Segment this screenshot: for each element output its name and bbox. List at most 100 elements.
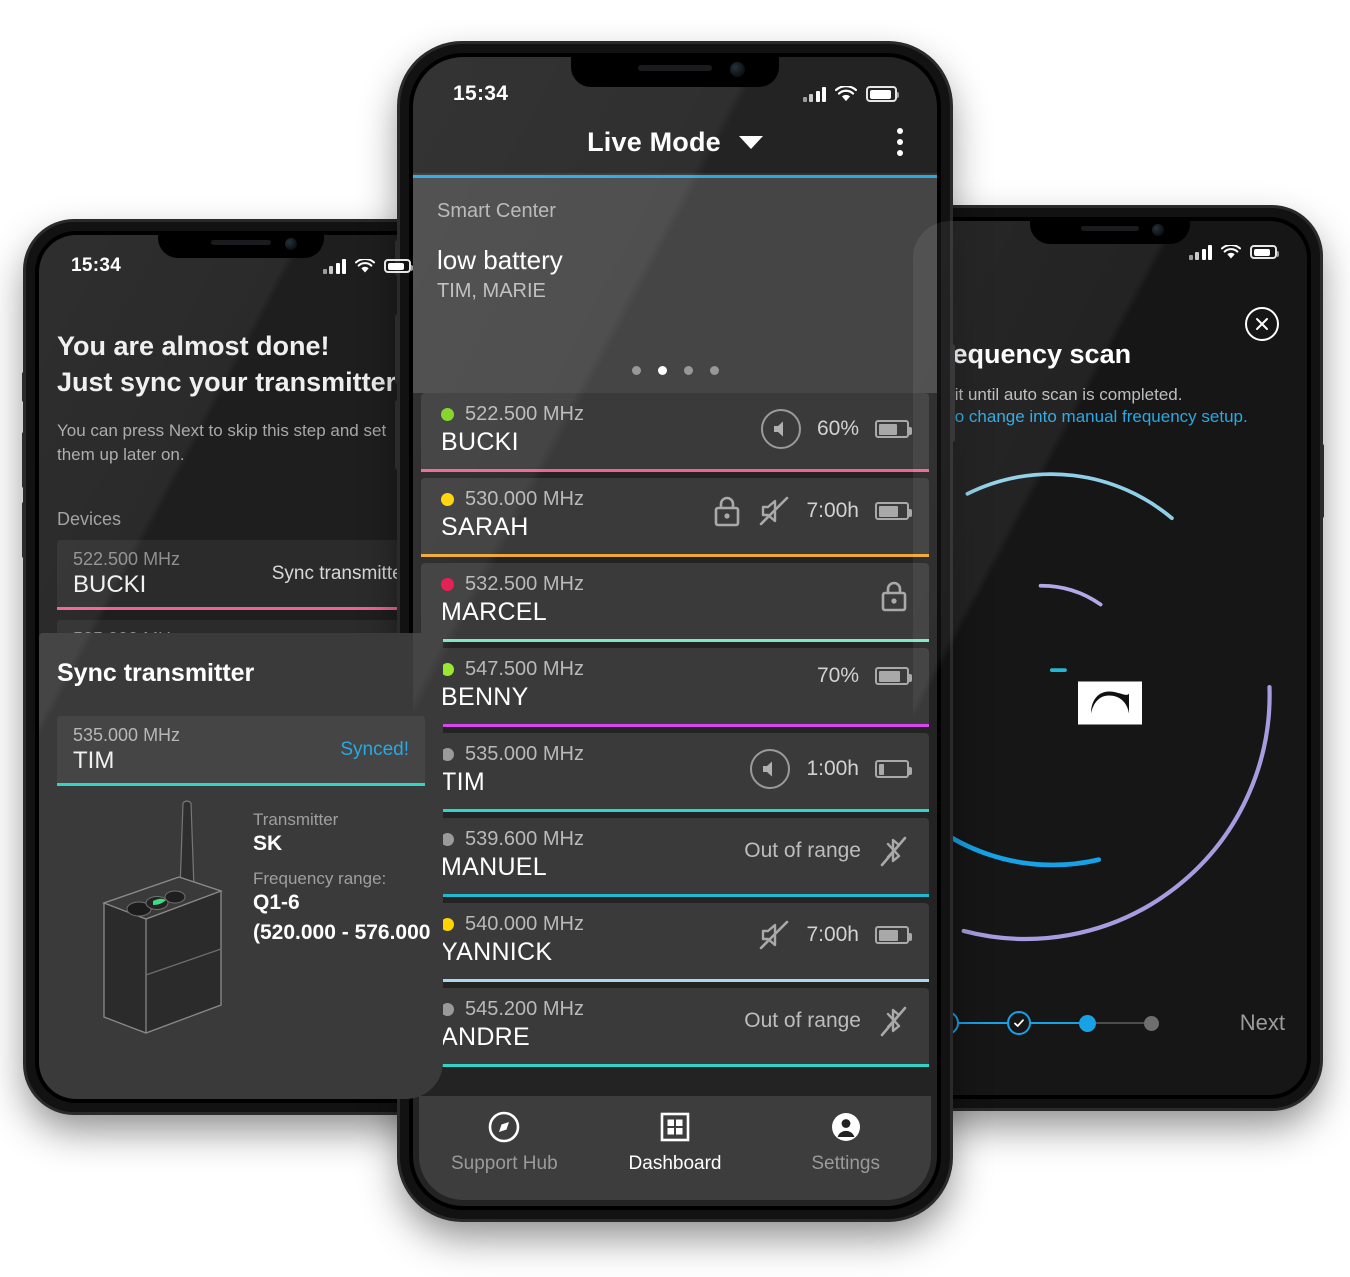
device-frequency: 535.000 MHz <box>465 743 584 765</box>
bluetooth-off-icon <box>880 836 907 867</box>
speaker-glyph <box>763 761 773 777</box>
bodypack-transmitter-illustration <box>102 800 223 1034</box>
device-row-status: Out of range <box>744 834 909 868</box>
step-3-current-icon[interactable] <box>1079 1014 1096 1032</box>
carousel-dot-active[interactable] <box>657 366 667 375</box>
carousel-dot[interactable] <box>631 366 641 375</box>
wifi-icon <box>1221 244 1241 258</box>
device-list: 522.500 MHz BUCKI 60% 530.000 MHz SARAH 7:00h… <box>413 393 937 1206</box>
device-accent-bar <box>421 979 929 982</box>
progress-stepper <box>935 1011 1226 1035</box>
status-time: 15:34 <box>71 255 122 276</box>
earpiece-speaker <box>1081 226 1139 231</box>
carousel-dot[interactable] <box>683 366 693 375</box>
battery-icon <box>875 926 912 944</box>
tab-support-hub[interactable]: Support Hub <box>419 1110 590 1175</box>
power-button[interactable] <box>1320 444 1324 518</box>
frequency-range-detail: (520.000 - 576.000 <box>253 921 431 944</box>
tab-dashboard[interactable]: Dashboard <box>590 1110 761 1175</box>
device-row[interactable]: 522.500 MHz BUCKI 60% <box>421 393 929 472</box>
mute-switch[interactable] <box>22 372 26 402</box>
carousel-dots[interactable] <box>413 366 937 375</box>
device-row-status: 7:00h <box>712 494 912 528</box>
device-name: MARCEL <box>441 598 547 626</box>
tab-settings[interactable]: Settings <box>760 1110 931 1175</box>
volume-up-button[interactable] <box>22 432 26 488</box>
bottom-tab-bar: Support Hub Dashboard Settings <box>419 1096 931 1200</box>
left-device-row[interactable]: 522.500 MHz BUCKI Sync transmitter <box>57 540 425 611</box>
device-row-status: 1:00h <box>750 749 912 789</box>
cellular-signal-icon <box>322 258 346 274</box>
status-time: 15:34 <box>453 82 509 105</box>
device-frequency: 522.500 MHz <box>465 403 584 425</box>
lock-icon <box>715 496 740 527</box>
battery-icon <box>875 420 912 438</box>
step-connector <box>1031 1021 1079 1025</box>
cellular-signal-icon <box>1188 244 1212 260</box>
carousel-dot[interactable] <box>709 366 719 375</box>
right-line1: wait until auto scan is completed. <box>933 385 1183 404</box>
battery-icon <box>866 86 899 102</box>
device-row-top: 532.500 MHz <box>441 573 909 596</box>
device-row[interactable]: 547.500 MHz BENNY 70% <box>421 648 929 727</box>
device-row[interactable]: 540.000 MHz YANNICK 7:00h <box>421 903 929 982</box>
tab-label: Support Hub <box>450 1153 558 1174</box>
device-frequency: 545.200 MHz <box>465 998 584 1020</box>
speaker-icon[interactable] <box>760 409 801 449</box>
smart-center-subtitle: TIM, MARIE <box>437 280 546 302</box>
device-row-status <box>879 579 909 613</box>
battery-label: 7:00h <box>806 499 859 522</box>
device-row[interactable]: 539.600 MHz MANUEL Out of range <box>421 818 929 897</box>
smart-center-title: low battery <box>437 245 563 275</box>
right-phone-device: 15:34 fre <box>900 208 1324 1108</box>
out-of-range-label: Out of range <box>744 839 861 862</box>
check-glyph <box>1014 1019 1024 1027</box>
device-row[interactable]: 532.500 MHz MARCEL <box>421 563 929 642</box>
right-line2-link[interactable]: also change into manual frequency setup. <box>913 407 1307 427</box>
earpiece-speaker <box>638 65 712 71</box>
next-button[interactable]: Next <box>1240 1010 1285 1036</box>
device-accent-bar <box>421 469 929 472</box>
volume-up-button[interactable] <box>395 314 400 384</box>
smart-center-card[interactable]: Smart Center low battery TIM, MARIE <box>413 178 937 393</box>
chevron-down-icon[interactable] <box>738 135 763 149</box>
close-icon[interactable] <box>1245 307 1279 341</box>
volume-down-button[interactable] <box>22 502 26 558</box>
sennheiser-logo-glyph <box>1091 691 1129 713</box>
left-device-action[interactable]: Sync transmitter <box>272 563 409 585</box>
left-paragraph: You can press Next to skip this step and… <box>57 420 387 464</box>
mode-title[interactable]: Live Mode <box>587 127 721 158</box>
wizard-footer: Next <box>913 995 1307 1051</box>
screenshot-stage: 15:34 You are almost done! Just sync you… <box>0 0 1350 1277</box>
device-row[interactable]: 545.200 MHz ANDRE Out of range <box>421 988 929 1067</box>
mute-icon <box>760 920 789 950</box>
device-frequency: 539.600 MHz <box>465 828 584 850</box>
battery-label: 7:00h <box>806 923 859 946</box>
step-4-pending-icon[interactable] <box>1144 1015 1159 1031</box>
device-frequency: 532.500 MHz <box>465 573 584 595</box>
transmitter-label: Transmitter <box>253 810 339 829</box>
battery-icon <box>875 502 912 520</box>
frequency-range-label: Frequency range: <box>253 869 387 888</box>
device-accent-bar <box>421 639 929 642</box>
grid-icon <box>660 1112 690 1142</box>
power-button[interactable] <box>950 344 955 442</box>
status-indicator-dot <box>441 578 454 591</box>
left-heading: You are almost done! Just sync your tran… <box>57 329 425 401</box>
left-phone-device: 15:34 You are almost done! Just sync you… <box>22 222 456 1112</box>
kebab-menu-icon[interactable] <box>897 128 903 156</box>
device-accent-bar <box>421 809 929 812</box>
device-frequency: 530.000 MHz <box>465 488 584 510</box>
volume-down-button[interactable] <box>395 400 400 470</box>
device-row[interactable]: 530.000 MHz SARAH 7:00h <box>421 478 929 557</box>
status-indicators <box>322 258 413 274</box>
device-row[interactable]: 535.000 MHz TIM 1:00h <box>421 733 929 812</box>
left-notch <box>158 231 324 258</box>
device-accent-bar <box>421 1064 929 1067</box>
speaker-icon[interactable] <box>750 749 791 789</box>
device-accent-bar <box>421 894 929 897</box>
step-2-complete-icon[interactable] <box>1007 1011 1031 1035</box>
battery-icon <box>1250 245 1279 259</box>
battery-icon <box>875 667 912 685</box>
sheet-device-row[interactable]: 535.000 MHz TIM Synced! <box>57 716 425 786</box>
